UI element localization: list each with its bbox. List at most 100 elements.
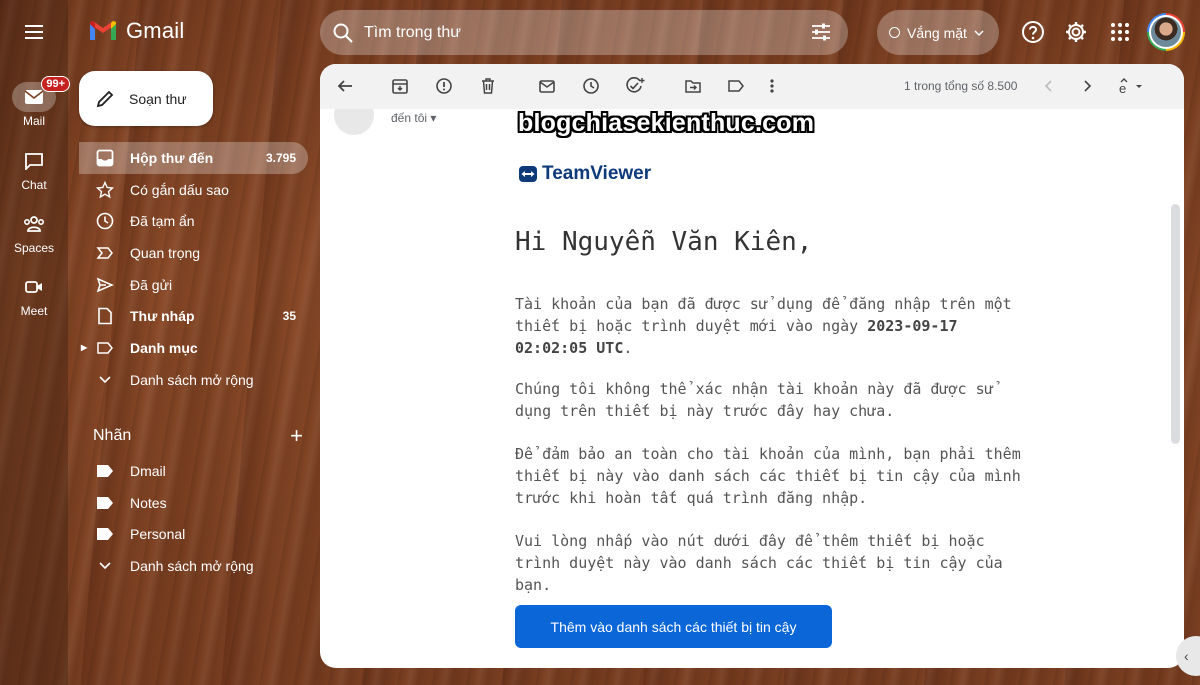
account-avatar[interactable]	[1147, 13, 1185, 51]
expand-caret-icon[interactable]: ▶	[81, 343, 87, 352]
nav-drafts[interactable]: Thư nháp 35	[79, 300, 308, 332]
label-item[interactable]: Notes	[79, 487, 308, 519]
teamviewer-logo: TeamViewer	[518, 163, 651, 185]
label-tag-icon	[95, 461, 115, 481]
email-toolbar: 1 trong tổng số 8.500 e	[320, 64, 1184, 109]
add-trusted-device-button[interactable]: Thêm vào danh sách các thiết bị tin cậy	[515, 605, 832, 648]
scrollbar-thumb[interactable]	[1171, 204, 1180, 444]
recipient-details[interactable]: đến tôi ▾	[391, 111, 436, 125]
move-to-folder-icon[interactable]	[684, 77, 702, 100]
chat-icon	[25, 153, 43, 170]
nav-more[interactable]: Danh sách mở rộng	[79, 364, 308, 396]
label-name: Personal	[130, 526, 186, 543]
report-spam-icon[interactable]	[435, 77, 453, 100]
rail-label: Chat	[21, 178, 47, 192]
chevron-down-icon	[974, 29, 984, 36]
email-panel: 1 trong tổng số 8.500 e đến tôi ▾ blogch…	[320, 64, 1184, 668]
search-options-icon[interactable]	[810, 21, 832, 43]
email-body: đến tôi ▾ blogchiasekienthuc.com TeamVie…	[320, 109, 1168, 668]
rail-label: Spaces	[13, 241, 55, 255]
archive-icon[interactable]	[391, 77, 409, 100]
sender-avatar	[334, 109, 374, 135]
nav-label: Thư nháp	[130, 308, 195, 325]
greeting: Hi Nguyễn Văn Kiên,	[515, 227, 813, 257]
nav-categories[interactable]: ▶ Danh mục	[79, 332, 308, 364]
chevron-down-icon	[95, 370, 115, 390]
snooze-clock-icon[interactable]	[582, 77, 600, 100]
nav-starred[interactable]: Có gắn dấu sao	[79, 174, 308, 206]
rail-meet[interactable]: Meet	[0, 272, 68, 318]
label-tag-icon	[95, 493, 115, 513]
prev-page-icon[interactable]	[1042, 77, 1054, 100]
nav-label: Danh sách mở rộng	[130, 371, 254, 388]
nav-important[interactable]: Quan trọng	[79, 237, 308, 269]
watermark-text: blogchiasekienthuc.com	[518, 109, 815, 137]
more-vert-icon[interactable]	[767, 77, 777, 100]
search-input[interactable]	[364, 23, 784, 42]
compose-label: Soạn thư	[129, 90, 187, 107]
spaces-icon	[23, 216, 45, 232]
folder-nav: Hộp thư đến 3.795 Có gắn dấu sao Đã tạm …	[79, 142, 308, 396]
labels-list: Dmail Notes Personal Danh sách mở rộng	[79, 455, 308, 582]
label-item[interactable]: Danh sách mở rộng	[79, 550, 308, 582]
main-menu-icon[interactable]	[22, 20, 46, 44]
status-selector[interactable]: Vắng mặt	[877, 10, 999, 55]
video-camera-icon	[25, 281, 42, 293]
next-page-icon[interactable]	[1082, 77, 1094, 100]
label-item[interactable]: Dmail	[79, 455, 308, 487]
nav-label: Đã tạm ẩn	[130, 213, 195, 230]
pencil-icon	[96, 90, 114, 107]
paragraph-1-end: .	[623, 339, 633, 357]
apps-grid-icon[interactable]	[1108, 20, 1132, 49]
nav-label: Có gắn dấu sao	[130, 181, 229, 198]
status-dot-icon	[889, 27, 900, 38]
back-arrow-icon[interactable]	[336, 77, 354, 100]
input-tools-icon[interactable]: e	[1118, 77, 1146, 100]
labels-header: Nhãn +	[93, 423, 303, 449]
rail-mail[interactable]: 99+ Mail	[0, 76, 70, 128]
paragraph-3: Để đảm bảo an toàn cho tài khoản của mìn…	[515, 445, 1021, 507]
search-bar	[320, 10, 848, 55]
mark-unread-icon[interactable]	[538, 77, 556, 100]
rail-chat[interactable]: Chat	[0, 146, 68, 192]
scrollbar[interactable]	[1170, 109, 1182, 668]
labels-title: Nhãn	[93, 427, 132, 444]
brand-name: TeamViewer	[542, 163, 652, 184]
compose-button[interactable]: Soạn thư	[79, 71, 213, 126]
page-info: 1 trong tổng số 8.500	[904, 79, 1018, 93]
nav-label: Danh mục	[130, 339, 198, 356]
search-icon[interactable]	[332, 22, 354, 44]
draft-icon	[95, 306, 115, 326]
label-icon	[95, 338, 115, 358]
label-item[interactable]: Personal	[79, 518, 308, 550]
star-icon	[95, 180, 115, 200]
nav-sent[interactable]: Đã gửi	[79, 269, 308, 301]
add-label-icon[interactable]: +	[290, 423, 303, 449]
important-icon	[95, 243, 115, 263]
delete-icon[interactable]	[479, 77, 497, 100]
teamviewer-logo-icon	[519, 166, 537, 182]
mail-badge: 99+	[41, 76, 70, 92]
paragraph-1: Tài khoản của bạn đã được sử dụng để đăn…	[515, 293, 1035, 359]
label-icon[interactable]	[727, 77, 745, 100]
label-name: Dmail	[130, 462, 166, 479]
nav-label: Hộp thư đến	[130, 149, 214, 166]
send-icon	[95, 275, 115, 295]
rail-spaces[interactable]: Spaces	[0, 209, 68, 255]
settings-gear-icon[interactable]	[1064, 20, 1088, 49]
nav-label: Quan trọng	[130, 244, 201, 261]
nav-label: Đã gửi	[130, 276, 173, 293]
mail-icon	[24, 90, 44, 104]
help-icon[interactable]	[1021, 20, 1045, 49]
gmail-logo[interactable]: Gmail	[88, 18, 184, 44]
add-task-icon[interactable]	[625, 77, 645, 100]
paragraph-4: Vui lòng nhấp vào nút dưới đây để thêm t…	[515, 532, 1003, 594]
nav-inbox[interactable]: Hộp thư đến 3.795	[79, 142, 308, 174]
label-tag-icon	[95, 524, 115, 544]
nav-snoozed[interactable]: Đã tạm ẩn	[79, 205, 308, 237]
recipient-label: đến tôi	[391, 111, 428, 125]
inbox-icon	[95, 148, 115, 168]
label-name: Notes	[130, 494, 167, 511]
paragraph-2: Chúng tôi không thể xác nhận tài khoản n…	[515, 380, 994, 420]
svg-text:e: e	[1119, 81, 1126, 95]
